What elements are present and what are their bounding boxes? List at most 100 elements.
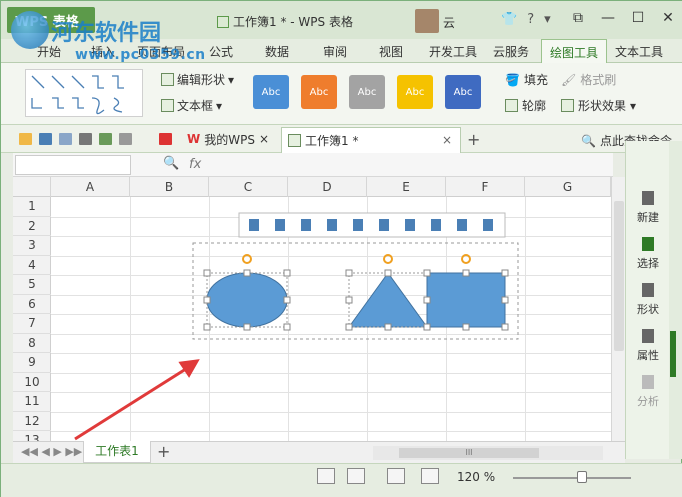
- spreadsheet-grid[interactable]: A B C D E F G 1 2 3 4 5 6 7 8 9 10 11 12…: [13, 177, 611, 441]
- rotate-handle-icon[interactable]: [242, 254, 252, 264]
- tab-data[interactable]: 数据: [265, 43, 289, 60]
- zoom-icon[interactable]: 🔍: [163, 156, 179, 171]
- restore-icon[interactable]: ⧉: [563, 1, 593, 35]
- eye-protection-icon[interactable]: [421, 468, 439, 484]
- tab-home[interactable]: 开始: [37, 43, 61, 60]
- resize-handle[interactable]: [283, 269, 291, 277]
- rotate-handle-icon[interactable]: [461, 254, 471, 264]
- resize-handle[interactable]: [283, 323, 291, 331]
- task-new[interactable]: 新建: [626, 191, 670, 225]
- resize-handle[interactable]: [283, 296, 291, 304]
- task-shapes[interactable]: 形状: [626, 283, 670, 317]
- vertical-scroll-thumb[interactable]: [614, 201, 624, 351]
- tab-review[interactable]: 审阅: [323, 43, 347, 60]
- close-icon[interactable]: ×: [259, 132, 269, 146]
- edit-shape-button[interactable]: 编辑形状 ▾: [161, 71, 234, 88]
- tab-page-layout[interactable]: 页面布局: [137, 43, 185, 60]
- my-wps-tab[interactable]: W 我的WPS ×: [187, 129, 269, 149]
- shape-style-2[interactable]: Abc: [301, 75, 337, 109]
- align-center-icon[interactable]: [275, 219, 285, 231]
- format-painter-button[interactable]: 🖌 格式刷: [561, 71, 616, 88]
- outline-button[interactable]: 轮廓: [505, 97, 546, 114]
- horizontal-scroll-thumb[interactable]: III: [399, 448, 539, 458]
- tab-formulas[interactable]: 公式: [209, 43, 233, 60]
- resize-handle[interactable]: [243, 323, 251, 331]
- new-tab-icon[interactable]: +: [467, 130, 480, 149]
- align-bottom-icon[interactable]: [379, 219, 389, 231]
- close-icon[interactable]: ✕: [653, 1, 682, 35]
- avatar[interactable]: [415, 9, 439, 33]
- resize-handle[interactable]: [462, 269, 470, 277]
- sheet-nav-icon[interactable]: ◀◀ ◀ ▶ ▶▶: [21, 445, 82, 458]
- sheet-tab[interactable]: 工作表1: [83, 441, 151, 463]
- close-icon[interactable]: ×: [442, 133, 452, 147]
- shape-style-3[interactable]: Abc: [349, 75, 385, 109]
- resize-handle[interactable]: [243, 269, 251, 277]
- tab-view[interactable]: 视图: [379, 43, 403, 60]
- distribute-horizontal-icon[interactable]: [431, 219, 441, 231]
- resize-handle[interactable]: [345, 296, 353, 304]
- tab-text-tools[interactable]: 文本工具: [615, 43, 663, 60]
- preview-icon[interactable]: [99, 133, 112, 145]
- resize-handle[interactable]: [384, 323, 392, 331]
- normal-view-icon[interactable]: [317, 468, 335, 484]
- tab-cloud[interactable]: 云服务: [493, 43, 529, 60]
- name-box[interactable]: [15, 155, 131, 175]
- tab-insert[interactable]: 插入: [91, 43, 115, 60]
- tab-developer[interactable]: 开发工具: [429, 43, 477, 60]
- resize-handle[interactable]: [501, 296, 509, 304]
- save-icon[interactable]: [39, 133, 52, 145]
- wps-menu-button[interactable]: WPS 表格: [7, 7, 95, 33]
- align-left-icon[interactable]: [249, 219, 259, 231]
- menu-icon[interactable]: ▾: [544, 12, 551, 27]
- resize-handle[interactable]: [203, 323, 211, 331]
- align-top-icon[interactable]: [327, 219, 337, 231]
- undo-icon[interactable]: [119, 133, 132, 145]
- resize-handle[interactable]: [423, 323, 431, 331]
- ellipse-shape[interactable]: [206, 272, 288, 328]
- fx-icon[interactable]: fx: [189, 157, 201, 172]
- resize-handle[interactable]: [345, 269, 353, 277]
- zoom-slider-knob[interactable]: [577, 471, 587, 483]
- horizontal-scrollbar[interactable]: III: [373, 446, 603, 460]
- text-box-button[interactable]: 文本框 ▾: [161, 97, 222, 114]
- user-name[interactable]: 云: [443, 14, 455, 31]
- group-icon[interactable]: [483, 219, 493, 231]
- skin-icon[interactable]: 👕: [501, 12, 517, 27]
- open-icon[interactable]: [19, 133, 32, 145]
- resize-handle[interactable]: [423, 269, 431, 277]
- reading-mode-icon[interactable]: [387, 468, 405, 484]
- minimize-icon[interactable]: —: [593, 1, 623, 35]
- task-select[interactable]: 选择: [626, 237, 670, 271]
- align-right-icon[interactable]: [301, 219, 311, 231]
- shape-style-5[interactable]: Abc: [445, 75, 481, 109]
- tab-drawing-tools[interactable]: 绘图工具: [541, 39, 608, 63]
- resize-handle[interactable]: [384, 269, 392, 277]
- zoom-slider[interactable]: [513, 477, 631, 479]
- zoom-level[interactable]: 120 %: [457, 470, 495, 484]
- fill-button[interactable]: 🪣 填充: [505, 71, 548, 88]
- distribute-center-icon[interactable]: [405, 219, 415, 231]
- rotate-handle-icon[interactable]: [383, 254, 393, 264]
- maximize-icon[interactable]: ☐: [623, 1, 653, 35]
- task-analysis[interactable]: 分析: [626, 375, 670, 409]
- document-tab[interactable]: 工作簿1 * ×: [281, 127, 461, 153]
- shape-style-4[interactable]: Abc: [397, 75, 433, 109]
- help-icon[interactable]: ?: [527, 12, 534, 27]
- distribute-vertical-icon[interactable]: [457, 219, 467, 231]
- shape-style-1[interactable]: Abc: [253, 75, 289, 109]
- line-shapes-gallery[interactable]: [25, 69, 143, 117]
- align-middle-icon[interactable]: [353, 219, 363, 231]
- export-pdf-icon[interactable]: [59, 133, 72, 145]
- rectangle-shape[interactable]: [426, 272, 506, 328]
- shape-effects-button[interactable]: 形状效果 ▾: [561, 97, 636, 114]
- print-icon[interactable]: [79, 133, 92, 145]
- triangle-shape[interactable]: [348, 272, 428, 328]
- resize-handle[interactable]: [501, 323, 509, 331]
- resize-handle[interactable]: [345, 323, 353, 331]
- resize-handle[interactable]: [501, 269, 509, 277]
- resize-handle[interactable]: [203, 296, 211, 304]
- task-pane-toggle[interactable]: [670, 331, 676, 377]
- redo-icon[interactable]: [159, 133, 172, 145]
- resize-handle[interactable]: [203, 269, 211, 277]
